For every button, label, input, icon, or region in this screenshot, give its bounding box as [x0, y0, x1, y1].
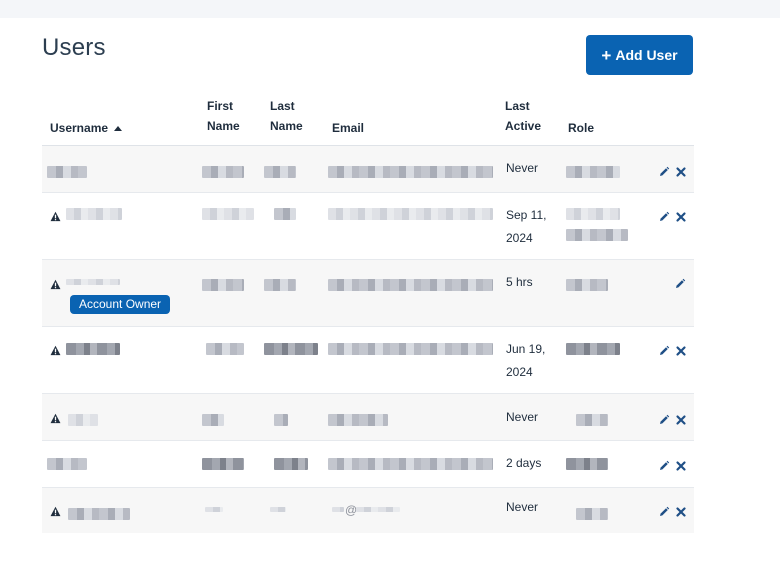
edit-pencil-icon[interactable]	[658, 211, 670, 223]
first-name-redacted	[202, 458, 244, 470]
warning-icon	[50, 345, 61, 356]
table-row: Never	[42, 394, 694, 441]
role-redacted	[566, 279, 608, 291]
username-redacted	[66, 279, 120, 285]
first-name-redacted	[205, 507, 223, 512]
account-owner-badge: Account Owner	[70, 295, 171, 314]
username-redacted	[47, 166, 87, 178]
column-header-last-active-line1: Last	[505, 99, 530, 113]
first-name-redacted	[202, 166, 244, 178]
add-user-button[interactable]: + Add User	[586, 35, 693, 75]
table-row: @ Never	[42, 488, 694, 533]
first-name-redacted	[206, 343, 244, 355]
edit-pencil-icon[interactable]	[658, 460, 670, 472]
delete-x-icon[interactable]	[675, 345, 687, 357]
username-redacted	[68, 508, 130, 520]
email-redacted	[328, 414, 388, 426]
column-header-first-name-line1: First	[207, 99, 234, 113]
column-header-username-label: Username	[50, 121, 109, 135]
warning-icon	[50, 413, 61, 424]
last-active-value: Jun 19,	[506, 342, 546, 356]
last-name-redacted	[264, 166, 296, 178]
table-row: Sep 11, 2024	[42, 193, 694, 260]
role-redacted	[566, 208, 620, 220]
role-redacted	[566, 343, 620, 355]
last-active-value: 5 hrs	[506, 275, 533, 289]
users-table: Username First Name Last Name Email Last…	[42, 92, 694, 533]
delete-x-icon[interactable]	[675, 414, 687, 426]
role-redacted	[576, 508, 608, 520]
warning-icon	[50, 279, 61, 290]
username-redacted	[68, 414, 98, 426]
role-redacted	[566, 458, 608, 470]
last-name-redacted	[274, 208, 296, 220]
username-redacted	[47, 458, 87, 470]
username-redacted	[66, 208, 122, 220]
email-redacted-start	[332, 507, 344, 512]
email-redacted-end	[356, 507, 400, 512]
table-row: Never	[42, 146, 694, 193]
last-active-year: 2024	[506, 365, 533, 379]
column-header-email[interactable]: Email	[332, 118, 364, 138]
role-redacted	[566, 166, 620, 178]
warning-icon	[50, 211, 61, 222]
email-redacted	[328, 458, 493, 470]
last-name-redacted	[274, 414, 288, 426]
first-name-redacted	[202, 208, 254, 220]
column-header-first-name[interactable]: First Name	[207, 96, 240, 136]
delete-x-icon[interactable]	[675, 166, 687, 178]
delete-x-icon[interactable]	[675, 211, 687, 223]
column-header-last-name[interactable]: Last Name	[270, 96, 303, 136]
table-row: Jun 19, 2024	[42, 327, 694, 394]
column-header-role[interactable]: Role	[568, 118, 594, 138]
column-header-last-active[interactable]: Last Active	[505, 96, 541, 136]
last-name-redacted	[264, 279, 296, 291]
table-header: Username First Name Last Name Email Last…	[42, 92, 694, 146]
delete-x-icon[interactable]	[675, 460, 687, 472]
role-redacted	[576, 414, 608, 426]
add-user-label: Add User	[615, 47, 678, 63]
delete-x-icon[interactable]	[675, 506, 687, 518]
warning-icon	[50, 506, 61, 517]
first-name-redacted	[202, 279, 244, 291]
table-row: 2 days	[42, 441, 694, 488]
top-bar	[0, 0, 780, 18]
edit-pencil-icon[interactable]	[658, 414, 670, 426]
column-header-first-name-line2: Name	[207, 119, 240, 133]
column-header-username[interactable]: Username	[50, 118, 123, 138]
last-active-value: Sep 11,	[506, 208, 547, 222]
column-header-role-label: Role	[568, 121, 595, 135]
last-active-value: Never	[506, 410, 539, 424]
email-redacted	[328, 166, 493, 178]
edit-pencil-icon[interactable]	[658, 506, 670, 518]
edit-pencil-icon[interactable]	[674, 278, 686, 290]
plus-icon: +	[601, 45, 612, 65]
edit-pencil-icon[interactable]	[658, 166, 670, 178]
edit-pencil-icon[interactable]	[658, 345, 670, 357]
last-active-value: Never	[506, 500, 539, 514]
last-active-value: 2 days	[506, 456, 542, 470]
last-name-redacted	[274, 458, 308, 470]
column-header-last-name-line1: Last	[270, 99, 295, 113]
last-active-value: Never	[506, 161, 539, 175]
column-header-last-active-line2: Active	[505, 119, 542, 133]
last-name-redacted	[264, 343, 318, 355]
table-row: Account Owner 5 hrs	[42, 260, 694, 327]
column-header-last-name-line2: Name	[270, 119, 303, 133]
last-active-year: 2024	[506, 231, 533, 245]
email-redacted	[328, 279, 493, 291]
email-redacted	[328, 208, 493, 220]
email-redacted	[328, 343, 493, 355]
page-title: Users	[42, 34, 106, 61]
role-redacted-line2	[566, 229, 628, 241]
username-redacted	[66, 343, 120, 355]
sort-ascending-icon	[114, 126, 123, 131]
first-name-redacted	[202, 414, 224, 426]
column-header-email-label: Email	[332, 121, 365, 135]
last-name-redacted	[270, 507, 286, 512]
